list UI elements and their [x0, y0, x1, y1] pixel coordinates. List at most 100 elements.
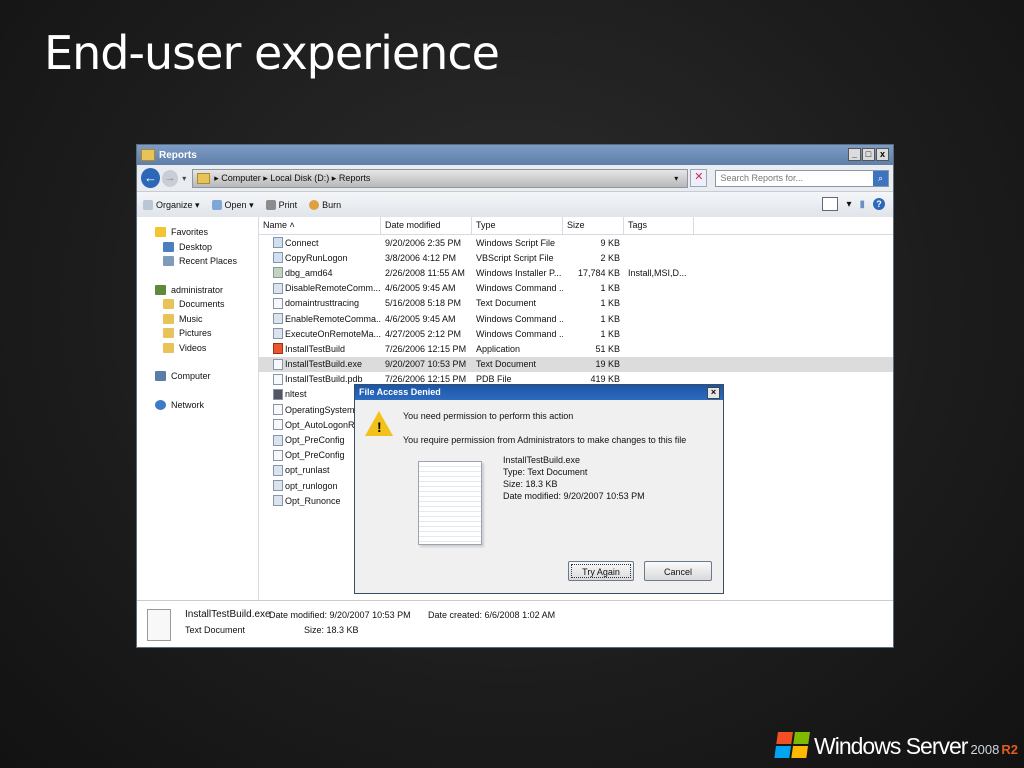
file-row[interactable]: ExecuteOnRemoteMa... 4/27/2005 2:12 PM Win… [259, 326, 893, 341]
history-dropdown[interactable]: ▾ [182, 174, 186, 183]
column-date[interactable]: Date modified [381, 217, 472, 234]
text-file-icon [273, 358, 283, 370]
generic-file-icon [273, 373, 283, 385]
details-date-created: Date created: 6/6/2008 1:02 AM [428, 610, 556, 620]
open-button[interactable]: Open ▾ [211, 200, 254, 211]
column-tags[interactable]: Tags [624, 217, 694, 234]
column-name[interactable]: Name ˄ [259, 217, 381, 234]
nav-pictures[interactable]: Pictures [137, 326, 258, 341]
burn-label: Burn [322, 200, 342, 210]
preview-pane-icon[interactable]: ▮ [859, 199, 865, 210]
nav-user[interactable]: administrator [137, 283, 258, 298]
file-row[interactable]: Connect 9/20/2006 2:35 PM Windows Script F… [259, 235, 893, 250]
nav-documents[interactable]: Documents [137, 297, 258, 312]
text-file-icon [273, 297, 283, 309]
organize-label: Organize ▾ [156, 199, 200, 210]
window-titlebar[interactable]: Reports _ □ x [137, 145, 893, 165]
refresh-icon[interactable]: ✕ [690, 169, 708, 187]
slide-title: End-user experience [44, 26, 500, 80]
views-icon[interactable] [822, 197, 839, 211]
file-row[interactable]: EnableRemoteComma... 4/6/2005 9:45 AM Wind… [259, 311, 893, 326]
music-icon [163, 313, 174, 324]
nav-recent-places[interactable]: Recent Places [137, 254, 258, 269]
organize-icon [143, 200, 153, 210]
search-icon[interactable]: ⌕ [873, 170, 888, 186]
back-button[interactable]: ← [141, 168, 161, 188]
details-date-modified: Date modified: 9/20/2007 10:53 PM [269, 610, 411, 620]
nav-music[interactable]: Music [137, 312, 258, 327]
dialog-file-modified: Date modified: 9/20/2007 10:53 PM [503, 491, 645, 501]
file-row[interactable]: domaintrusttracing 5/16/2008 5:18 PM Text … [259, 296, 893, 311]
nav-favorites[interactable]: Favorites [137, 225, 258, 240]
burn-button[interactable]: Burn [309, 200, 341, 210]
close-button[interactable]: x [876, 148, 889, 161]
disc-icon [309, 200, 320, 210]
brand-name: Windows Server [814, 733, 968, 759]
command-file-icon [273, 282, 283, 294]
folder-icon [141, 149, 155, 161]
breadcrumb[interactable]: ▸ Computer ▸ Local Disk (D:) ▸ Reports [214, 173, 665, 184]
printer-icon [265, 200, 276, 210]
nav-videos[interactable]: Videos [137, 341, 258, 356]
folder-icon [197, 172, 211, 184]
command-bar: Organize ▾ Open ▾ Print Burn ▾ ▮ ? [137, 192, 893, 219]
desktop-icon [163, 241, 174, 252]
address-row: ← → ▾ ▸ Computer ▸ Local Disk (D:) ▸ Rep… [137, 165, 893, 192]
cancel-button[interactable]: Cancel [644, 561, 712, 581]
window-title: Reports [159, 149, 197, 161]
command-file-icon [273, 313, 283, 325]
print-button[interactable]: Print [265, 200, 297, 210]
search-input[interactable]: Search Reports for... ⌕ [715, 169, 889, 187]
computer-icon [155, 371, 166, 382]
maximize-button[interactable]: □ [862, 148, 875, 161]
open-icon [211, 200, 222, 210]
script-file-icon [273, 237, 283, 249]
pictures-icon [163, 328, 174, 339]
nav-desktop[interactable]: Desktop [137, 240, 258, 255]
command-file-icon [273, 464, 283, 476]
command-file-icon [273, 495, 283, 507]
file-access-denied-dialog: File Access Denied × ! You need permissi… [354, 384, 724, 594]
column-size[interactable]: Size [563, 217, 624, 234]
dialog-file-type: Type: Text Document [503, 467, 588, 477]
column-headers: Name ˄ Date modified Type Size Tags [259, 217, 893, 235]
help-icon[interactable]: ? [873, 198, 885, 210]
column-type[interactable]: Type [472, 217, 563, 234]
forward-button[interactable]: → [162, 169, 179, 187]
dialog-file-size: Size: 18.3 KB [503, 479, 558, 489]
brand-edition: R2 [1001, 742, 1018, 757]
document-icon [147, 609, 171, 641]
dialog-message-primary: You need permission to perform this acti… [403, 411, 574, 421]
dialog-close-button[interactable]: × [707, 387, 720, 399]
dialog-file-name: InstallTestBuild.exe [503, 455, 581, 465]
file-row[interactable]: DisableRemoteComm... 4/6/2005 9:45 AM Wind… [259, 281, 893, 296]
file-row[interactable]: CopyRunLogon 3/8/2006 4:12 PM VBScript Scr… [259, 250, 893, 265]
command-file-icon [273, 480, 283, 492]
dialog-title: File Access Denied [359, 387, 441, 397]
minimize-button[interactable]: _ [848, 148, 861, 161]
document-icon [418, 461, 482, 545]
recent-places-icon [163, 256, 174, 267]
details-file-name: InstallTestBuild.exe [185, 609, 271, 620]
organize-button[interactable]: Organize ▾ [143, 200, 200, 211]
file-row-selected[interactable]: InstallTestBuild.exe 9/20/2007 10:53 PM Te… [259, 356, 893, 372]
nav-network[interactable]: Network [137, 398, 258, 413]
nav-computer[interactable]: Computer [137, 369, 258, 384]
address-dropdown[interactable]: ▾ [665, 174, 687, 183]
navigation-pane: Favorites Desktop Recent Places administ… [137, 217, 259, 601]
search-placeholder: Search Reports for... [720, 173, 804, 183]
documents-icon [163, 299, 174, 310]
windows-server-logo: Windows Server 2008 R2 [774, 732, 1018, 760]
installer-file-icon [273, 267, 283, 279]
address-bar[interactable]: ▸ Computer ▸ Local Disk (D:) ▸ Reports ▾ [192, 168, 689, 188]
command-file-icon [273, 328, 283, 340]
network-icon [155, 399, 166, 410]
text-file-icon [273, 419, 283, 431]
application-file-icon [273, 343, 283, 355]
dialog-titlebar[interactable]: File Access Denied × [355, 385, 723, 400]
file-row[interactable]: dbg_amd64 2/26/2008 11:55 AM Windows Insta… [259, 265, 893, 280]
videos-icon [163, 342, 174, 353]
file-row[interactable]: InstallTestBuild 7/26/2006 12:15 PM Applic… [259, 341, 893, 356]
views-dropdown[interactable]: ▾ [846, 199, 851, 210]
try-again-button[interactable]: Try Again [568, 561, 634, 581]
